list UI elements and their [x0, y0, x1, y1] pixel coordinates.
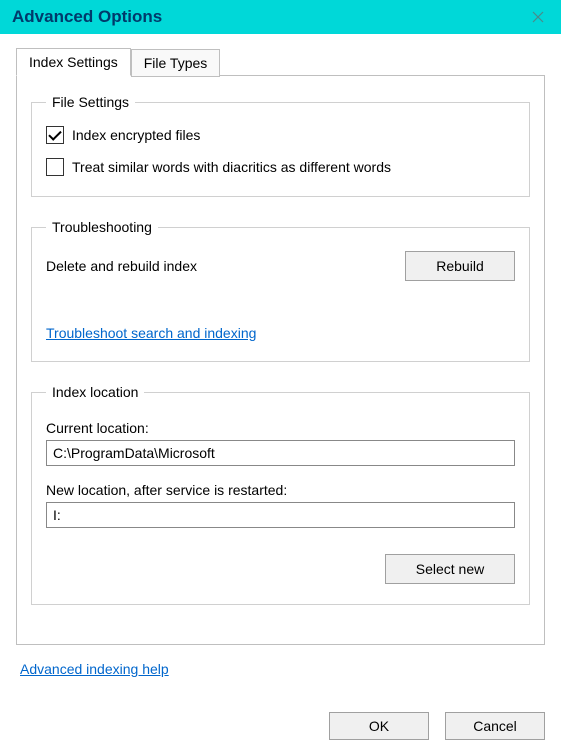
tab-panel-index-settings: File Settings Index encrypted files Trea…	[16, 75, 545, 645]
titlebar: Advanced Options	[0, 0, 561, 34]
file-settings-group: File Settings Index encrypted files Trea…	[31, 94, 530, 197]
tab-file-types[interactable]: File Types	[131, 49, 221, 77]
index-location-legend: Index location	[46, 384, 144, 400]
checkbox-icon	[46, 126, 64, 144]
index-location-group: Index location Current location: New loc…	[31, 384, 530, 605]
dialog-button-row: OK Cancel	[329, 712, 545, 740]
ok-button[interactable]: OK	[329, 712, 429, 740]
checkbox-icon	[46, 158, 64, 176]
rebuild-button[interactable]: Rebuild	[405, 251, 515, 281]
close-button[interactable]	[515, 0, 561, 34]
current-location-label: Current location:	[46, 420, 515, 436]
current-location-input[interactable]	[46, 440, 515, 466]
troubleshooting-group: Troubleshooting Delete and rebuild index…	[31, 219, 530, 362]
new-location-input[interactable]	[46, 502, 515, 528]
delete-rebuild-label: Delete and rebuild index	[46, 258, 197, 274]
checkbox-diacritics[interactable]: Treat similar words with diacritics as d…	[46, 158, 515, 176]
advanced-indexing-help-link[interactable]: Advanced indexing help	[20, 661, 169, 677]
tab-index-settings[interactable]: Index Settings	[16, 48, 131, 76]
troubleshoot-link[interactable]: Troubleshoot search and indexing	[46, 325, 256, 341]
troubleshooting-legend: Troubleshooting	[46, 219, 158, 235]
close-icon	[532, 11, 544, 23]
help-link-row: Advanced indexing help	[20, 661, 541, 677]
window-title: Advanced Options	[12, 7, 162, 27]
file-settings-legend: File Settings	[46, 94, 135, 110]
tab-strip: Index Settings File Types	[16, 48, 545, 76]
cancel-button[interactable]: Cancel	[445, 712, 545, 740]
checkbox-label: Index encrypted files	[72, 127, 200, 143]
checkbox-label: Treat similar words with diacritics as d…	[72, 159, 391, 175]
new-location-label: New location, after service is restarted…	[46, 482, 515, 498]
select-new-button[interactable]: Select new	[385, 554, 515, 584]
rebuild-row: Delete and rebuild index Rebuild	[46, 251, 515, 281]
checkbox-index-encrypted[interactable]: Index encrypted files	[46, 126, 515, 144]
dialog-content: Index Settings File Types File Settings …	[0, 34, 561, 677]
